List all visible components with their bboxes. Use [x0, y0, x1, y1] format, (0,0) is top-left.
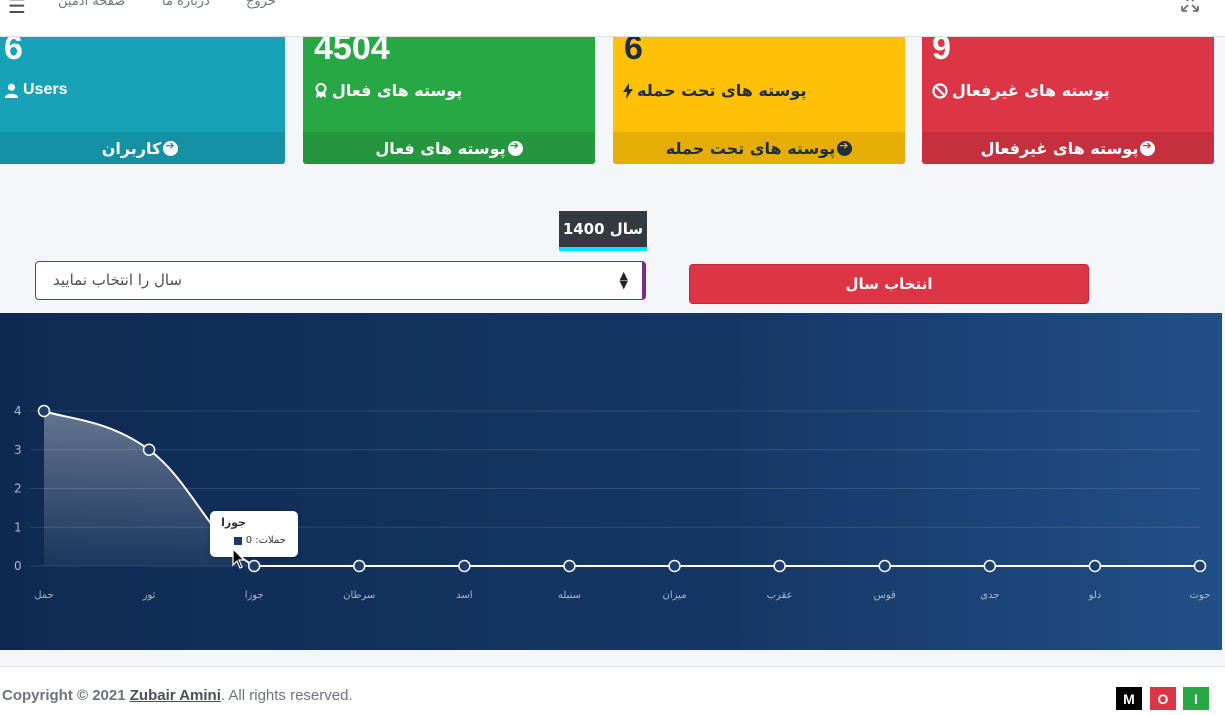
stat-label-text: پوسته های تحت حمله — [637, 81, 807, 100]
stat-label: پوسته های غیرفعال — [932, 81, 1110, 100]
stat-card-users-link[interactable]: کاربران — [0, 132, 285, 164]
badge-letter: I — [1194, 690, 1198, 707]
data-point — [247, 559, 261, 573]
stat-footer-text: کاربران — [101, 138, 162, 158]
stat-footer-text: پوسته های تحت حمله — [665, 138, 836, 158]
award-icon — [315, 82, 327, 98]
badge-m: M — [1116, 687, 1142, 710]
x-tick-label: حمل — [34, 590, 54, 601]
x-tick-label: اسد — [456, 590, 472, 601]
stat-label: Users — [4, 81, 67, 99]
stat-card-inactive: 9 پوسته های غیرفعال پوسته های غیرفعال — [922, 37, 1214, 164]
author-link[interactable]: Zubair Amini — [130, 687, 221, 704]
year-select-placeholder: سال را انتخاب نمایید — [53, 271, 182, 289]
badge-letter: O — [1157, 690, 1169, 707]
nav-link-about[interactable]: درباره ما — [162, 0, 210, 9]
data-point — [878, 559, 891, 573]
data-point — [1193, 559, 1207, 573]
tooltip-swatch — [232, 535, 243, 546]
arrow-circle-right-icon — [837, 139, 853, 156]
tooltip-line: حملات: 0 — [232, 535, 286, 546]
y-tick-label: 0 — [14, 559, 22, 573]
data-point — [563, 559, 576, 573]
arrow-circle-right-icon — [507, 139, 523, 156]
y-tick-label: 1 — [14, 520, 22, 534]
selected-year-badge: سال 1400 — [559, 211, 647, 251]
top-navbar: ☰ صفحه ادمین درباره ما خروج — [0, 0, 1225, 37]
x-tick-label: سرطان — [343, 590, 375, 601]
nav-link-logout[interactable]: خروج — [246, 0, 276, 9]
copyright-text: Copyright © 2021 Zubair Amini. All right… — [2, 687, 353, 704]
stat-label: پوسته های تحت حمله — [623, 81, 806, 100]
x-tick-label: میزان — [663, 590, 687, 601]
data-point — [142, 443, 156, 456]
stat-value: 9 — [932, 37, 951, 67]
x-tick-label: دلو — [1088, 590, 1102, 601]
data-point — [668, 559, 681, 573]
x-tick-label: حوت — [1190, 590, 1211, 601]
stat-value: 6 — [624, 37, 643, 67]
stat-label-text: Users — [23, 81, 68, 98]
fullscreen-icon[interactable] — [1179, 0, 1201, 13]
data-point — [353, 559, 366, 573]
stat-footer-text: پوسته های غیرفعال — [980, 138, 1139, 158]
y-tick-label: 3 — [14, 443, 22, 457]
select-year-button[interactable]: انتخاب سال — [689, 264, 1089, 304]
stat-footer-text: پوسته های فعال — [375, 138, 506, 158]
tooltip-value: حملات: 0 — [245, 535, 286, 546]
arrow-circle-right-icon — [163, 139, 179, 156]
stat-card-attacked-link[interactable]: پوسته های تحت حمله — [613, 132, 905, 164]
stat-label-text: پوسته های فعال — [332, 81, 463, 100]
y-tick-label: 2 — [14, 482, 22, 496]
stat-card-users: 6 Users کاربران — [0, 37, 285, 164]
stat-card-attacked: 6 پوسته های تحت حمله پوسته های تحت حمله — [613, 37, 905, 164]
stat-label: پوسته های فعال — [314, 81, 462, 100]
stat-value: 6 — [4, 37, 23, 67]
stat-value: 4504 — [314, 37, 390, 67]
ban-icon — [932, 82, 948, 99]
stat-card-active: 4504 پوسته های فعال پوسته های فعال — [303, 37, 595, 164]
stat-card-inactive-link[interactable]: پوسته های غیرفعال — [922, 132, 1214, 164]
arrow-circle-right-icon — [1140, 139, 1156, 156]
page-footer: Copyright © 2021 Zubair Amini. All right… — [0, 666, 1225, 715]
badge-o: O — [1150, 687, 1176, 710]
data-point — [1088, 559, 1102, 573]
x-tick-label: سنبله — [558, 590, 581, 601]
mouse-cursor-icon — [232, 548, 246, 569]
tooltip-title: جوزا — [221, 516, 246, 529]
data-point — [37, 404, 51, 418]
x-tick-label: قوس — [874, 590, 896, 601]
select-caret-icon: ▲ ▼ — [619, 269, 628, 291]
year-select[interactable]: سال را انتخاب نمایید ▲ ▼ — [35, 261, 646, 300]
data-point — [458, 559, 471, 573]
x-tick-label: عقرب — [767, 590, 793, 601]
badge-letter: M — [1123, 690, 1135, 707]
copyright-prefix: Copyright © 2021 — [2, 687, 126, 704]
x-tick-label: ثور — [142, 590, 156, 601]
attacks-chart-svg: 0 1 2 3 4 حمل ثور جوزا سرطان اسد سنبله میزان عقرب قوس… — [14, 404, 1211, 601]
data-point — [773, 559, 786, 573]
x-tick-label: جدی — [980, 590, 999, 601]
stat-label-text: پوسته های غیرفعال — [952, 81, 1110, 100]
nav-link-admin[interactable]: صفحه ادمین — [58, 0, 125, 9]
x-tick-label: جوزا — [245, 590, 264, 601]
attacks-chart: 0 1 2 3 4 حمل ثور جوزا سرطان اسد سنبله میزان عقرب قوس… — [0, 313, 1222, 650]
y-tick-label: 4 — [14, 404, 22, 418]
copyright-suffix: . All rights reserved. — [220, 687, 353, 704]
badge-i: I — [1183, 687, 1209, 710]
stat-card-active-link[interactable]: پوسته های فعال — [303, 132, 595, 164]
user-icon — [4, 83, 19, 98]
menu-bars-icon[interactable]: ☰ — [8, 0, 26, 18]
bolt-icon — [623, 82, 633, 99]
chart-tooltip: جوزا حملات: 0 — [210, 511, 298, 557]
data-point — [983, 559, 997, 573]
